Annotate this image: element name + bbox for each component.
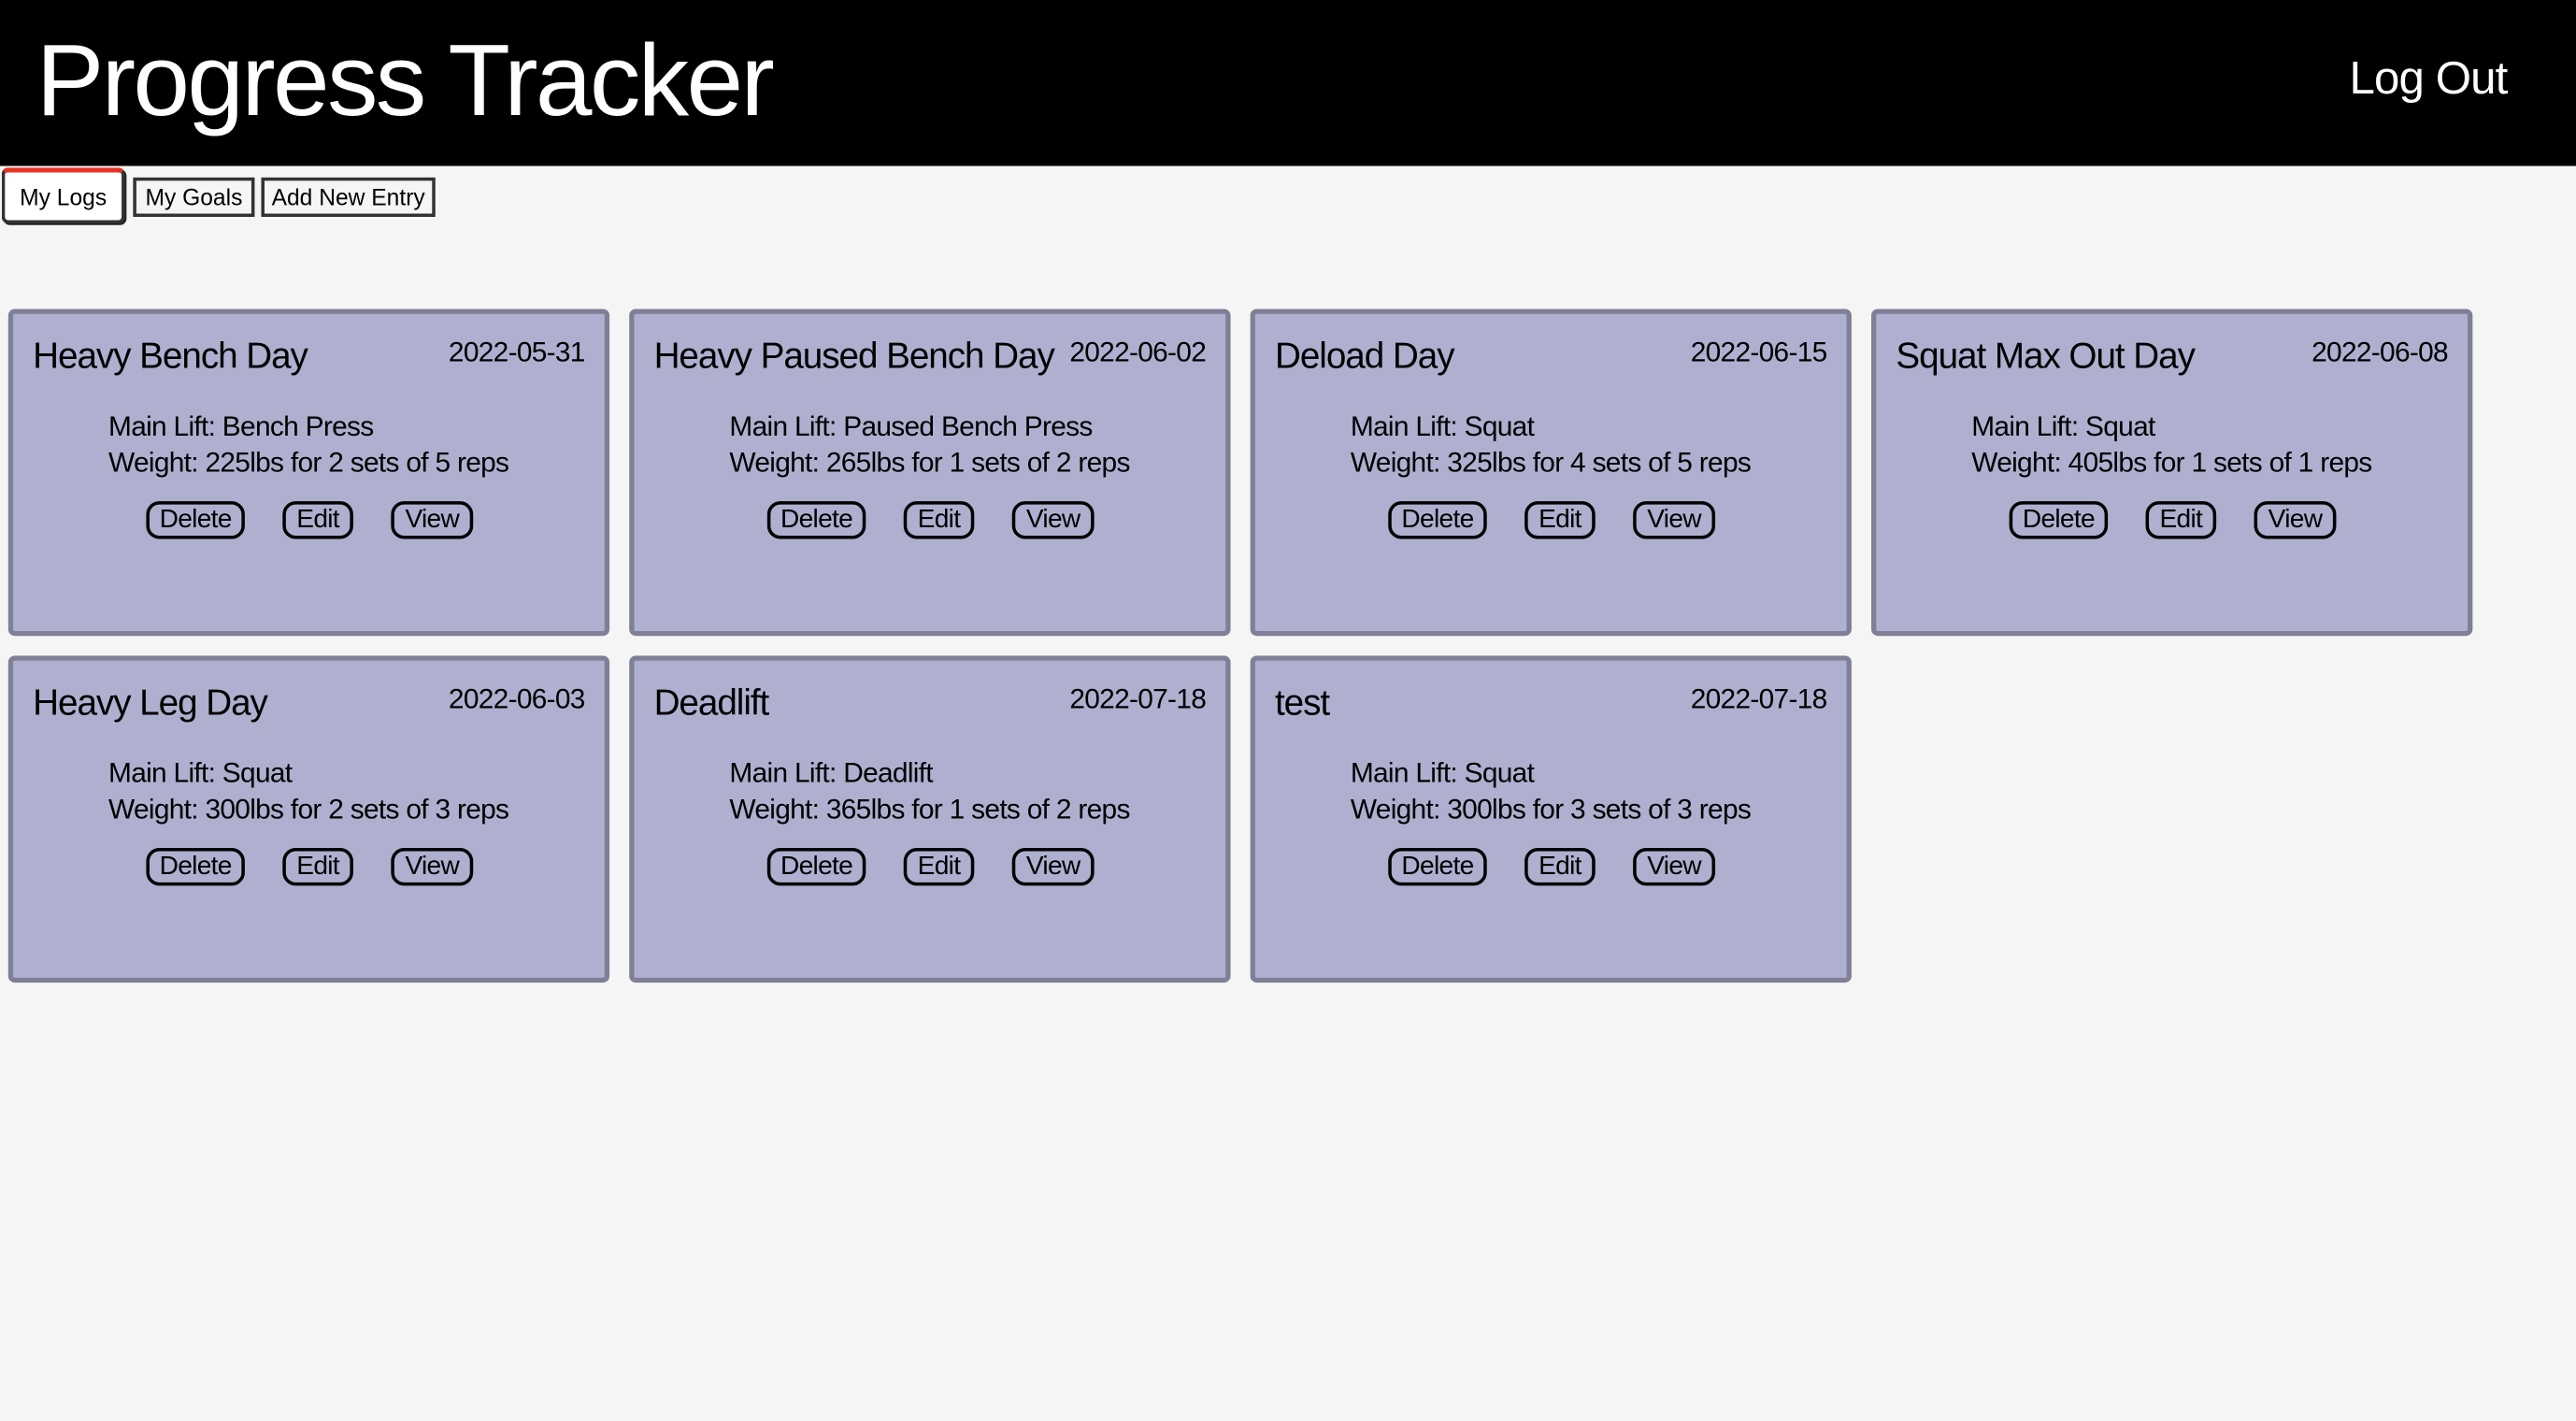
tab-add-new-entry[interactable]: Add New Entry: [261, 177, 436, 218]
delete-button[interactable]: Delete: [1388, 847, 1487, 886]
delete-button[interactable]: Delete: [2009, 501, 2109, 539]
log-date: 2022-06-08: [2311, 337, 2449, 368]
log-main-lift: Main Lift: Bench Press: [108, 410, 374, 442]
log-weight: Weight: 405lbs for 1 sets of 1 reps: [1971, 447, 2372, 479]
log-title: Squat Max Out Day: [1896, 335, 2196, 377]
view-button[interactable]: View: [1633, 847, 1716, 886]
log-main-lift: Main Lift: Squat: [1350, 410, 1535, 442]
log-date: 2022-07-18: [1069, 683, 1207, 715]
app-title: Progress Tracker: [36, 24, 775, 138]
tab-my-logs[interactable]: My Logs: [1, 167, 125, 224]
log-card: Heavy Paused Bench Day 2022-06-02 Main L…: [629, 309, 1231, 637]
log-weight: Weight: 225lbs for 2 sets of 5 reps: [108, 447, 509, 479]
log-weight: Weight: 325lbs for 4 sets of 5 reps: [1350, 447, 1752, 479]
log-title: Heavy Paused Bench Day: [653, 335, 1055, 377]
log-weight: Weight: 300lbs for 3 sets of 3 reps: [1350, 793, 1752, 825]
log-main-lift: Main Lift: Squat: [108, 757, 293, 789]
edit-button[interactable]: Edit: [1524, 501, 1596, 539]
log-weight: Weight: 365lbs for 1 sets of 2 reps: [729, 793, 1130, 825]
view-button[interactable]: View: [1011, 501, 1095, 539]
header: Progress Tracker Log Out: [0, 0, 2576, 166]
log-date: 2022-07-18: [1690, 683, 1828, 715]
view-button[interactable]: View: [391, 847, 474, 886]
delete-button[interactable]: Delete: [1388, 501, 1487, 539]
log-title: Deload Day: [1274, 335, 1455, 377]
view-button[interactable]: View: [1633, 501, 1716, 539]
view-button[interactable]: View: [1011, 847, 1095, 886]
logout-button[interactable]: Log Out: [2350, 52, 2509, 105]
log-title: Heavy Leg Day: [33, 682, 268, 724]
log-date: 2022-06-02: [1069, 337, 1207, 368]
log-card: Heavy Leg Day 2022-06-03 Main Lift: Squa…: [7, 655, 610, 983]
log-title: Heavy Bench Day: [33, 335, 308, 377]
log-title: Deadlift: [653, 682, 770, 724]
edit-button[interactable]: Edit: [2145, 501, 2217, 539]
log-card: test 2022-07-18 Main Lift: Squat Weight:…: [1250, 655, 1852, 983]
edit-button[interactable]: Edit: [903, 501, 975, 539]
log-card: Deadlift 2022-07-18 Main Lift: Deadlift …: [629, 655, 1231, 983]
log-weight: Weight: 265lbs for 1 sets of 2 reps: [729, 447, 1130, 479]
delete-button[interactable]: Delete: [766, 501, 866, 539]
view-button[interactable]: View: [391, 501, 474, 539]
edit-button[interactable]: Edit: [282, 501, 353, 539]
log-card: Deload Day 2022-06-15 Main Lift: Squat W…: [1250, 309, 1852, 637]
log-card: Squat Max Out Day 2022-06-08 Main Lift: …: [1871, 309, 2473, 637]
tab-my-goals[interactable]: My Goals: [133, 177, 255, 218]
view-button[interactable]: View: [2254, 501, 2337, 539]
log-main-lift: Main Lift: Squat: [1971, 410, 2155, 442]
log-main-lift: Main Lift: Paused Bench Press: [729, 410, 1093, 442]
delete-button[interactable]: Delete: [766, 847, 866, 886]
log-main-lift: Main Lift: Deadlift: [729, 757, 933, 789]
log-card: Heavy Bench Day 2022-05-31 Main Lift: Be…: [7, 309, 610, 637]
log-date: 2022-05-31: [448, 337, 586, 368]
edit-button[interactable]: Edit: [903, 847, 975, 886]
app: Progress Tracker Log Out My Logs My Goal…: [0, 0, 2576, 1421]
edit-button[interactable]: Edit: [1524, 847, 1596, 886]
delete-button[interactable]: Delete: [146, 501, 245, 539]
edit-button[interactable]: Edit: [282, 847, 353, 886]
log-title: test: [1274, 682, 1330, 724]
delete-button[interactable]: Delete: [146, 847, 245, 886]
log-main-lift: Main Lift: Squat: [1350, 757, 1535, 789]
log-date: 2022-06-03: [448, 683, 586, 715]
log-date: 2022-06-15: [1690, 337, 1828, 368]
log-weight: Weight: 300lbs for 2 sets of 3 reps: [108, 793, 509, 825]
